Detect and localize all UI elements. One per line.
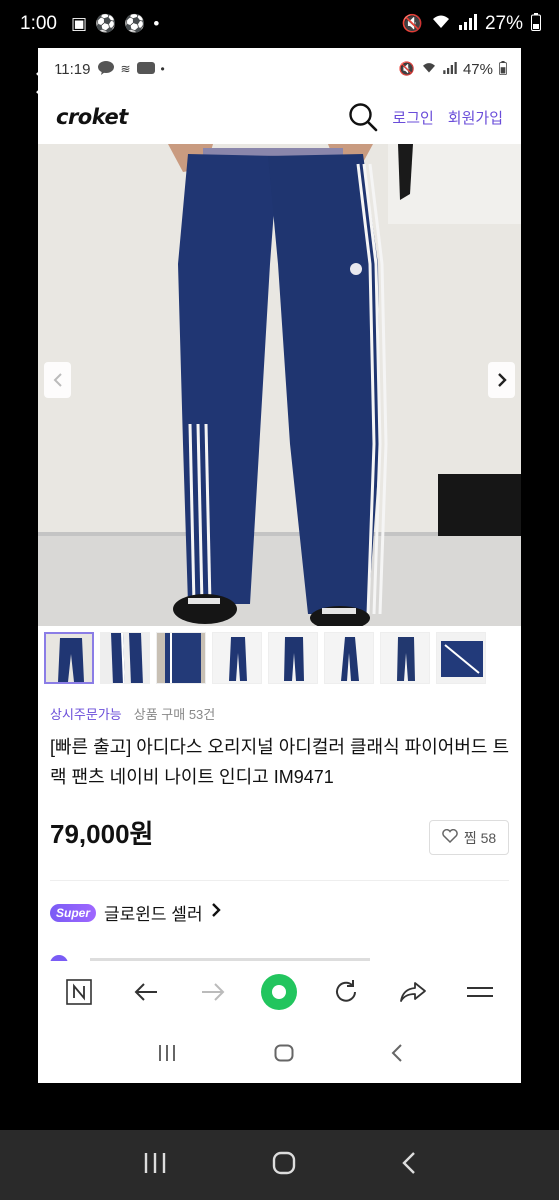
product-price: 79,000원 bbox=[50, 819, 154, 849]
naver-icon[interactable] bbox=[59, 972, 99, 1012]
app-header: croket 로그인 회원가입 bbox=[38, 90, 521, 144]
forward-arrow-icon[interactable] bbox=[193, 972, 233, 1012]
cut-off-content bbox=[50, 951, 370, 961]
heart-icon bbox=[442, 828, 458, 846]
close-icon[interactable] bbox=[34, 70, 60, 96]
refresh-icon[interactable] bbox=[326, 972, 366, 1012]
thumbnail-strip bbox=[38, 632, 521, 688]
app-icon bbox=[136, 61, 155, 77]
back-arrow-icon[interactable] bbox=[126, 972, 166, 1012]
thumbnail-item[interactable] bbox=[100, 632, 150, 684]
thumbnail-item[interactable] bbox=[44, 632, 94, 684]
like-label: 찜 58 bbox=[463, 829, 497, 846]
browser-toolbar bbox=[38, 962, 521, 1022]
inner-screen: 11:19 ≋ • 🔇 47% croket 로그인 회원가입 상시주문가능 상… bbox=[38, 48, 521, 1083]
carousel-prev-button[interactable] bbox=[44, 362, 71, 398]
inner-nav-bar bbox=[38, 1028, 521, 1083]
home-icon[interactable] bbox=[272, 1151, 296, 1180]
croket-logo[interactable]: croket bbox=[56, 105, 128, 129]
like-button[interactable]: 찜 58 bbox=[429, 820, 509, 855]
dot-icon: • bbox=[160, 62, 165, 76]
signup-link[interactable]: 회원가입 bbox=[448, 107, 503, 128]
thumbnail-item[interactable] bbox=[436, 632, 486, 684]
thumbnail-item[interactable] bbox=[212, 632, 262, 684]
soccer-icon: ⚽ bbox=[95, 14, 117, 33]
login-link[interactable]: 로그인 bbox=[392, 107, 433, 128]
dot-icon: • bbox=[153, 14, 160, 33]
wifi-icon bbox=[431, 14, 451, 35]
sales-count: 상품 구매 53건 bbox=[133, 707, 216, 722]
thumbnail-item[interactable] bbox=[380, 632, 430, 684]
inner-battery: 47% bbox=[462, 60, 493, 78]
product-image[interactable] bbox=[38, 144, 521, 626]
super-badge: Super bbox=[50, 903, 97, 922]
gallery-icon: ▣ bbox=[70, 14, 88, 33]
thumbnail-item[interactable] bbox=[324, 632, 374, 684]
inner-status-bar: 11:19 ≋ • 🔇 47% bbox=[38, 48, 521, 90]
carousel-next-button[interactable] bbox=[488, 362, 515, 398]
divider bbox=[50, 880, 509, 881]
seller-row[interactable]: Super 글로윈드 셀러 bbox=[50, 900, 221, 925]
battery-icon bbox=[531, 12, 541, 36]
outer-battery: 27% bbox=[484, 13, 523, 34]
search-icon[interactable] bbox=[348, 102, 378, 132]
share-icon[interactable] bbox=[393, 972, 433, 1012]
thumbnail-item[interactable] bbox=[268, 632, 318, 684]
mute-icon: 🔇 bbox=[401, 14, 423, 33]
wifi-icon bbox=[421, 62, 437, 77]
outer-clock: 1:00 bbox=[20, 13, 57, 34]
home-icon[interactable] bbox=[274, 1043, 294, 1068]
seller-name: 글로윈드 셀러 bbox=[104, 905, 203, 924]
product-title: [빠른 출고] 아디다스 오리지널 아디컬러 클래식 파이어버드 트랙 팬츠 네… bbox=[50, 737, 510, 787]
recent-apps-icon[interactable] bbox=[143, 1152, 167, 1179]
outer-status-bar: 1:00 ▣ ⚽ ⚽ • 🔇 27% bbox=[0, 0, 559, 48]
signal-icon bbox=[458, 13, 477, 35]
order-badge: 상시주문가능 bbox=[50, 707, 122, 722]
soccer-icon: ⚽ bbox=[124, 14, 146, 33]
talk-icon bbox=[98, 60, 115, 78]
battery-icon bbox=[499, 60, 507, 78]
menu-icon[interactable] bbox=[460, 972, 500, 1012]
recent-apps-icon[interactable] bbox=[157, 1044, 177, 1067]
back-icon[interactable] bbox=[402, 1151, 416, 1180]
home-circle-icon[interactable] bbox=[259, 972, 299, 1012]
mute-icon: 🔇 bbox=[398, 61, 415, 76]
chevron-right-icon bbox=[211, 902, 221, 923]
product-meta: 상시주문가능 상품 구매 53건 bbox=[50, 704, 215, 723]
back-icon[interactable] bbox=[391, 1043, 403, 1068]
activity-icon: ≋ bbox=[120, 62, 131, 76]
thumbnail-item[interactable] bbox=[156, 632, 206, 684]
signal-icon bbox=[443, 61, 457, 77]
outer-nav-bar bbox=[0, 1130, 559, 1200]
